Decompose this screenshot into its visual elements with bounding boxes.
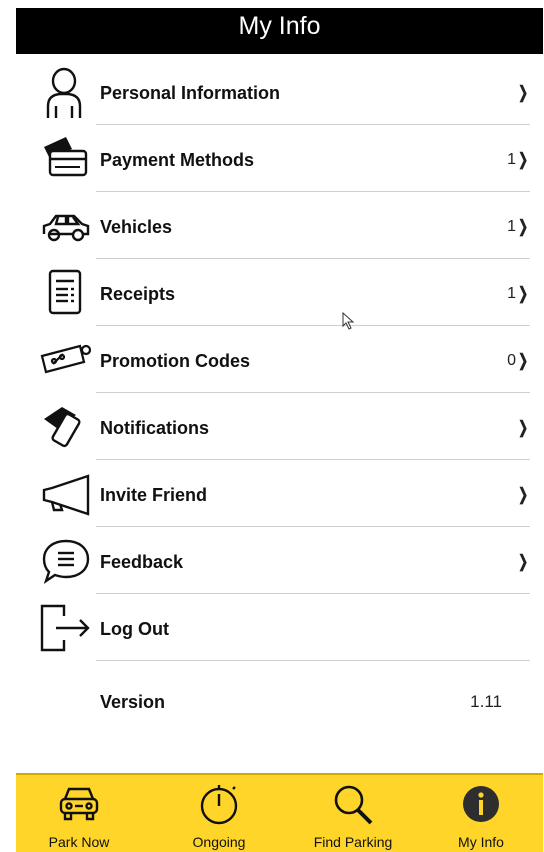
person-icon (40, 66, 92, 118)
version-label: Version (100, 692, 166, 712)
tab-label: Ongoing (192, 834, 246, 850)
megaphone-icon (40, 468, 92, 520)
menu-item-label: Log Out (100, 619, 169, 639)
menu-item-invite-friend[interactable]: Invite Friend ❯ (0, 460, 544, 527)
receipt-icon (40, 267, 92, 319)
chevron-right-icon: ❯ (517, 351, 528, 370)
menu-item-notifications[interactable]: Notifications ❯ (0, 393, 544, 460)
coupon-icon (40, 334, 92, 386)
car-icon (40, 200, 92, 252)
menu-item-label: Invite Friend (100, 485, 208, 505)
logout-icon (40, 602, 92, 654)
chevron-right-icon: ❯ (517, 284, 528, 303)
page-header: My Info (16, 8, 543, 54)
chevron-right-icon: ❯ (517, 418, 528, 437)
tab-label: My Info (458, 834, 504, 850)
menu-item-label: Feedback (100, 552, 184, 572)
menu-item-feedback[interactable]: Feedback ❯ (0, 527, 544, 594)
menu-item-label: Promotion Codes (100, 351, 251, 371)
menu-item-label: Payment Methods (100, 150, 255, 170)
menu-item-label: Receipts (100, 284, 176, 304)
tab-park-now[interactable]: Park Now (24, 775, 134, 852)
car-front-icon (59, 787, 99, 821)
bottom-tab-bar: Park Now Ongoing Find Parking My Info (16, 773, 543, 852)
my-info-menu: Personal Information ❯ Payment Methods 1… (0, 58, 544, 731)
tab-ongoing[interactable]: Ongoing (164, 775, 274, 852)
chevron-right-icon: ❯ (517, 217, 528, 236)
item-count: 1 (507, 218, 516, 235)
tab-label: Park Now (48, 834, 110, 850)
notification-icon (40, 401, 92, 453)
item-count: 1 (507, 151, 516, 168)
menu-item-label: Personal Information (100, 83, 281, 103)
item-count: 0 (507, 352, 516, 369)
chevron-right-icon: ❯ (517, 150, 528, 169)
mouse-cursor-icon (342, 312, 355, 330)
chevron-right-icon: ❯ (517, 552, 528, 571)
tab-my-info[interactable]: My Info (426, 775, 536, 852)
menu-item-vehicles[interactable]: Vehicles 1 ❯ (0, 192, 544, 259)
info-icon (463, 786, 499, 822)
chevron-right-icon: ❯ (517, 485, 528, 504)
chat-bubble-icon (40, 535, 92, 587)
menu-item-label: Notifications (100, 418, 210, 438)
menu-item-receipts[interactable]: Receipts 1 ❯ (0, 259, 544, 326)
page-title: My Info (238, 12, 321, 40)
menu-item-promotion-codes[interactable]: Promotion Codes 0 ❯ (0, 326, 544, 393)
menu-item-payment-methods[interactable]: Payment Methods 1 ❯ (0, 125, 544, 192)
chevron-right-icon: ❯ (517, 83, 528, 102)
menu-item-personal-information[interactable]: Personal Information ❯ (0, 58, 544, 125)
magnifier-icon (334, 785, 373, 825)
menu-item-label: Vehicles (100, 217, 173, 237)
credit-card-icon (40, 133, 92, 185)
tab-label: Find Parking (313, 834, 393, 850)
stopwatch-icon (200, 785, 238, 825)
tab-find-parking[interactable]: Find Parking (298, 775, 408, 852)
version-value: 1.11 (470, 692, 502, 711)
menu-item-log-out[interactable]: Log Out (0, 594, 544, 661)
item-count: 1 (507, 285, 516, 302)
version-row: Version 1.11 (0, 661, 544, 731)
